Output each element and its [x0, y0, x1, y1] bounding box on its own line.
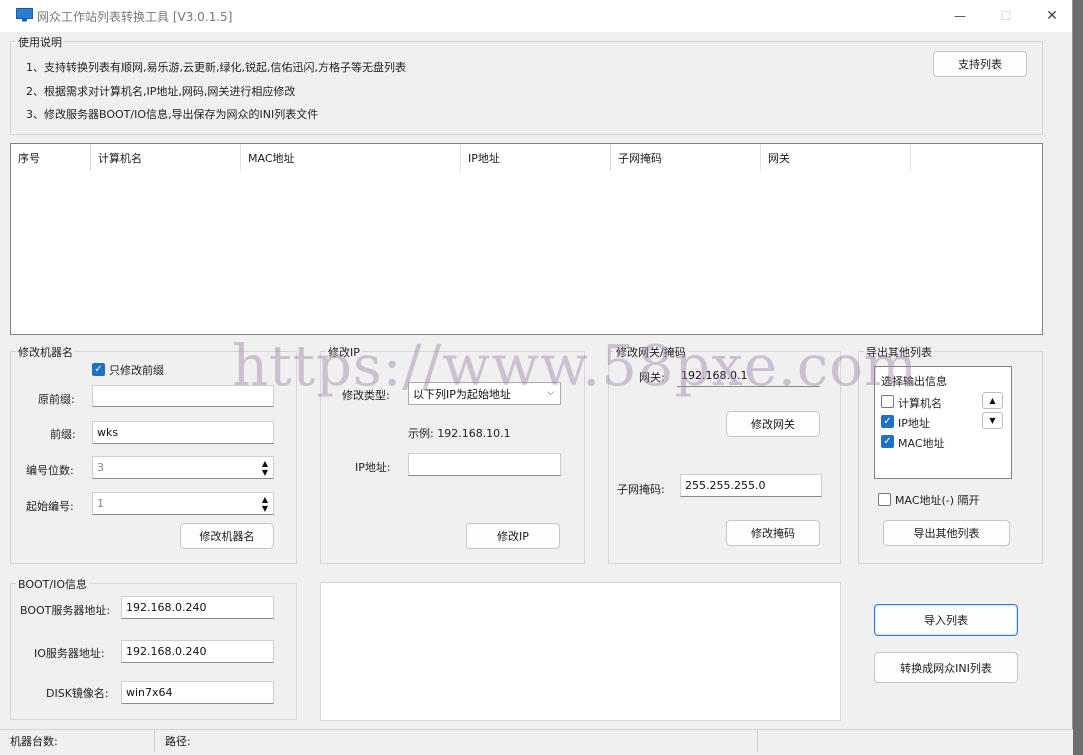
spinner-arrows[interactable]: ▲ ▼	[259, 459, 271, 477]
gateway-group-label: 修改网关/掩码	[614, 344, 688, 360]
export-other-list-button[interactable]: 导出其他列表	[883, 520, 1010, 546]
minimize-icon: —	[954, 9, 966, 23]
column-header-computer-name[interactable]: 计算机名	[91, 144, 241, 171]
export-option-ip-checkbox[interactable]: ✓	[881, 415, 894, 428]
only-prefix-checkbox[interactable]: ✓	[92, 363, 105, 376]
prefix-label: 前缀:	[50, 428, 76, 441]
instructions-group-label: 使用说明	[16, 34, 64, 50]
modify-ip-button[interactable]: 修改IP	[466, 523, 560, 549]
column-header-mask[interactable]: 子网掩码	[611, 144, 761, 171]
digits-label: 编号位数:	[26, 464, 74, 477]
io-server-input[interactable]: 192.168.0.240	[121, 640, 274, 663]
start-value: 1	[97, 497, 104, 510]
status-bar: 机器台数: 路径:	[0, 729, 1073, 755]
close-icon: ✕	[1046, 8, 1058, 24]
digits-spinner[interactable]: 3 ▲ ▼	[92, 456, 274, 479]
bootio-group-label: BOOT/IO信息	[16, 576, 89, 592]
window-title: 网众工作站列表转换工具 [V3.0.1.5]	[37, 10, 233, 24]
only-prefix-label: 只修改前缀	[109, 364, 164, 377]
ip-type-select[interactable]: 以下列IP为起始地址 ⌵	[408, 382, 561, 405]
ip-type-label: 修改类型:	[342, 389, 390, 402]
move-down-button[interactable]: ▼	[982, 412, 1003, 429]
boot-server-input[interactable]: 192.168.0.240	[121, 596, 274, 619]
spinner-arrows[interactable]: ▲ ▼	[259, 495, 271, 513]
export-option-computer-name-checkbox[interactable]	[881, 395, 894, 408]
column-header-index[interactable]: 序号	[11, 144, 91, 171]
spin-up-icon[interactable]: ▲	[262, 495, 268, 504]
status-path: 路径:	[155, 730, 758, 752]
move-up-button[interactable]: ▲	[982, 392, 1003, 409]
spin-down-icon[interactable]: ▼	[262, 504, 268, 513]
app-window: 网众工作站列表转换工具 [V3.0.1.5] — ☐ ✕ 使用说明 1、支持转换…	[0, 0, 1073, 755]
mask-input[interactable]: 255.255.255.0	[680, 474, 822, 497]
start-label: 起始编号:	[26, 500, 74, 513]
spin-up-icon[interactable]: ▲	[262, 459, 268, 468]
disk-image-input[interactable]: win7x64	[121, 681, 274, 704]
boot-server-label: BOOT服务器地址:	[20, 604, 111, 617]
minimize-button[interactable]: —	[939, 3, 981, 29]
maximize-icon: ☐	[1000, 9, 1012, 23]
export-list-header: 选择输出信息	[881, 375, 947, 388]
mask-label: 子网掩码:	[617, 483, 665, 496]
instruction-line-2: 2、根据需求对计算机名,IP地址,网码,网关进行相应修改	[26, 85, 296, 98]
close-button[interactable]: ✕	[1031, 3, 1073, 29]
arrow-down-icon: ▼	[989, 416, 996, 425]
maximize-button[interactable]: ☐	[985, 3, 1027, 29]
title-bar: 网众工作站列表转换工具 [V3.0.1.5] — ☐ ✕	[0, 0, 1072, 32]
column-header-mac[interactable]: MAC地址	[241, 144, 461, 171]
orig-prefix-label: 原前缀:	[38, 393, 75, 406]
arrow-up-icon: ▲	[989, 396, 996, 405]
spin-down-icon[interactable]: ▼	[262, 468, 268, 477]
rename-group-label: 修改机器名	[16, 344, 75, 360]
convert-ini-button[interactable]: 转换成网众INI列表	[874, 652, 1018, 683]
instruction-line-1: 1、支持转换列表有顺网,易乐游,云更新,绿化,锐起,信佑迅闪,方格子等无盘列表	[26, 61, 406, 74]
ip-example: 示例: 192.168.10.1	[408, 427, 511, 440]
rename-button[interactable]: 修改机器名	[180, 523, 274, 549]
import-list-button[interactable]: 导入列表	[874, 604, 1018, 636]
mac-separator-checkbox[interactable]	[878, 493, 891, 506]
mac-separator-label: MAC地址(-) 隔开	[895, 494, 980, 507]
prefix-input[interactable]: wks	[92, 421, 274, 444]
ip-address-input[interactable]	[408, 453, 561, 476]
modify-gateway-button[interactable]: 修改网关	[726, 411, 820, 437]
export-option-mac-label: MAC地址	[898, 437, 945, 450]
export-option-mac-checkbox[interactable]: ✓	[881, 435, 894, 448]
chevron-down-icon: ⌵	[547, 388, 554, 398]
status-machine-count: 机器台数:	[0, 730, 155, 752]
export-group-label: 导出其他列表	[864, 344, 934, 360]
log-output-area[interactable]	[320, 582, 841, 721]
column-header-ip[interactable]: IP地址	[461, 144, 611, 171]
ip-group-label: 修改IP	[326, 344, 362, 360]
io-server-label: IO服务器地址:	[34, 647, 105, 660]
gateway-input[interactable]: 192.168.0.1	[677, 364, 820, 387]
export-option-computer-name-label: 计算机名	[898, 397, 942, 410]
disk-image-label: DISK镜像名:	[46, 687, 109, 700]
modify-mask-button[interactable]: 修改掩码	[726, 520, 820, 546]
orig-prefix-input[interactable]	[92, 385, 274, 407]
gateway-label: 网关:	[639, 371, 665, 384]
support-list-button[interactable]: 支持列表	[933, 51, 1027, 77]
table-header: 序号 计算机名 MAC地址 IP地址 子网掩码 网关	[11, 144, 1042, 171]
monitor-icon	[16, 8, 33, 22]
instruction-line-3: 3、修改服务器BOOT/IO信息,导出保存为网众的INI列表文件	[26, 108, 319, 121]
start-spinner[interactable]: 1 ▲ ▼	[92, 492, 274, 515]
column-header-gateway[interactable]: 网关	[761, 144, 911, 171]
digits-value: 3	[97, 461, 104, 474]
export-option-ip-label: IP地址	[898, 417, 930, 430]
computer-list-table[interactable]: 序号 计算机名 MAC地址 IP地址 子网掩码 网关	[10, 143, 1043, 335]
ip-type-value: 以下列IP为起始地址	[413, 387, 511, 401]
ip-address-label: IP地址:	[355, 461, 391, 474]
